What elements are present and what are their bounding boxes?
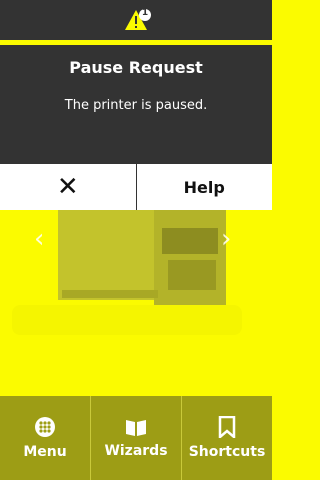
bookmark-icon [218, 416, 236, 438]
pause-request-dialog: 1 Pause Request The printer is paused. [0, 0, 272, 164]
nav-menu-label: Menu [23, 444, 67, 460]
help-label: Help [183, 177, 225, 197]
dialog-button-row: ✕ Help [0, 164, 272, 210]
alert-divider [0, 40, 272, 45]
bottom-nav: Menu Wizards Shortcuts [0, 396, 272, 480]
close-button[interactable]: ✕ [0, 164, 136, 210]
dialog-title: Pause Request [69, 58, 203, 77]
nav-wizards-label: Wizards [104, 443, 168, 459]
next-arrow-icon[interactable]: › [221, 224, 231, 254]
dialog-message: The printer is paused. [64, 98, 208, 113]
menu-grid-icon [35, 417, 55, 437]
printer-image [58, 210, 226, 305]
previous-arrow-icon[interactable]: ‹ [34, 224, 44, 254]
printer-shadow [12, 305, 242, 335]
printer-view: ‹ › [0, 210, 272, 396]
nav-shortcuts-button[interactable]: Shortcuts [182, 396, 272, 480]
help-button[interactable]: Help [137, 164, 273, 210]
book-icon [126, 420, 146, 436]
nav-shortcuts-label: Shortcuts [188, 444, 266, 460]
nav-wizards-button[interactable]: Wizards [91, 396, 182, 480]
warning-icon: 1 [124, 8, 152, 34]
alert-count-badge: 1 [141, 8, 149, 18]
close-icon: ✕ [56, 172, 79, 202]
nav-menu-button[interactable]: Menu [0, 396, 91, 480]
